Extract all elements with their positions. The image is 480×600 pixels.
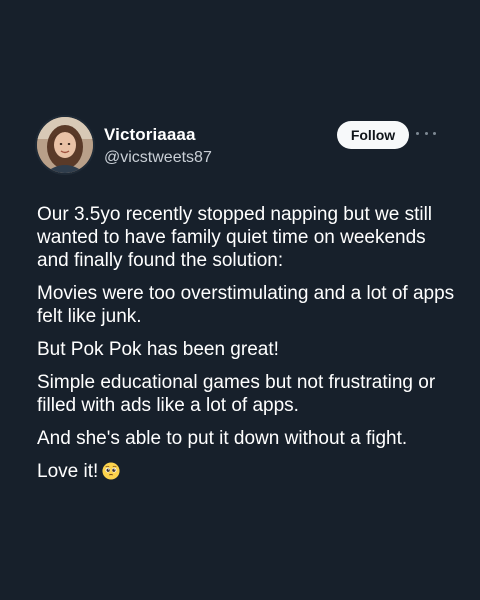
- tweet-paragraph: And she's able to put it down without a …: [37, 428, 408, 449]
- tweet-paragraph: Our 3.5yo recently stopped napping but w…: [37, 204, 433, 271]
- user-handle[interactable]: @vicstweets87: [104, 149, 212, 167]
- dot: [424, 131, 428, 135]
- pleading-face-emoji-icon: [102, 462, 120, 480]
- tweet-paragraph-text: Love it!: [37, 461, 99, 482]
- tweet-text: Our 3.5yo recently stopped napping but w…: [37, 203, 457, 493]
- avatar-photo-icon: [37, 117, 93, 173]
- display-name[interactable]: Victoriaaaa: [104, 125, 196, 145]
- tweet-paragraph-last: Love it!: [37, 460, 457, 483]
- more-options-icon[interactable]: [416, 126, 436, 140]
- avatar[interactable]: [37, 117, 93, 173]
- dot: [416, 131, 419, 135]
- follow-button[interactable]: Follow: [337, 121, 409, 149]
- tweet-card: Victoriaaaa @vicstweets87 Follow Our 3.5…: [0, 0, 480, 600]
- tweet-paragraph: Simple educational games but not frustra…: [37, 372, 436, 416]
- dot: [433, 131, 436, 135]
- tweet-paragraph: Movies were too overstimulating and a lo…: [37, 283, 455, 327]
- tweet-paragraph: But Pok Pok has been great!: [37, 339, 279, 360]
